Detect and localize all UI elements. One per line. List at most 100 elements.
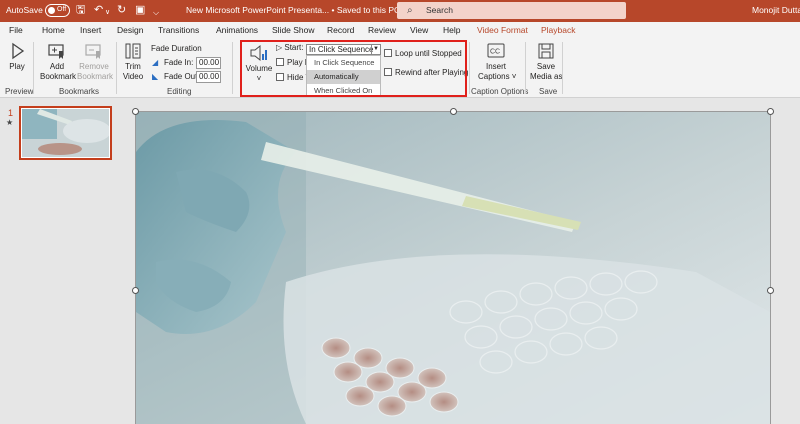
video-frame-image[interactable]: [136, 112, 770, 424]
undo-icon[interactable]: ↶: [94, 4, 103, 17]
slide-canvas[interactable]: [136, 112, 770, 424]
start-select[interactable]: In Click Sequence ▼: [306, 44, 381, 55]
loop-until-stopped-checkbox[interactable]: Loop until Stopped: [384, 49, 462, 58]
add-bookmark-label-2: Bookmark: [40, 72, 77, 81]
document-title[interactable]: New Microsoft PowerPoint Presenta... • S…: [186, 5, 409, 16]
animation-star-icon: ★: [6, 118, 14, 127]
ribbon-tabs: File Home Insert Design Transitions Anim…: [0, 22, 800, 40]
volume-label: Volume: [245, 64, 273, 73]
tab-home[interactable]: Home: [42, 25, 65, 35]
start-dropdown-list: In Click Sequence Automatically When Cli…: [306, 55, 381, 97]
tab-file[interactable]: File: [9, 25, 23, 35]
rewind-after-playing-checkbox[interactable]: Rewind after Playing: [384, 68, 468, 77]
trim-video-label-1: Trim: [125, 62, 141, 71]
fade-in-label: Fade In:: [164, 58, 194, 67]
group-separator: [525, 42, 526, 94]
insert-captions-label-1: Insert: [485, 62, 506, 71]
play-icon: [12, 42, 25, 60]
group-separator: [562, 42, 563, 94]
option-in-click-sequence[interactable]: In Click Sequence: [307, 56, 380, 70]
title-bar: AutoSave Off 🖫 ↶ ∨ ↻ ▣ ⌵ New Microsoft P…: [0, 0, 800, 22]
resize-handle-top-right[interactable]: [767, 108, 774, 115]
tab-playback[interactable]: Playback: [540, 25, 576, 40]
closed-captions-icon: CC: [487, 43, 505, 58]
save-media-label-2: Media as: [530, 72, 563, 81]
start-select-value: In Click Sequence: [309, 45, 374, 54]
tab-help[interactable]: Help: [443, 25, 460, 35]
resize-handle-top[interactable]: [450, 108, 457, 115]
search-icon: ⌕: [407, 5, 413, 16]
search-placeholder: Search: [426, 5, 453, 15]
customize-toolbar-icon[interactable]: ⌵: [153, 6, 159, 19]
checkbox-box: [276, 73, 284, 81]
loop-label: Loop until Stopped: [395, 49, 462, 58]
tab-review[interactable]: Review: [368, 25, 396, 35]
fade-out-input[interactable]: 00.00: [196, 71, 221, 83]
add-bookmark-button[interactable]: Add Bookmark: [40, 42, 77, 82]
autosave-state: Off: [57, 6, 67, 13]
start-label: ▷ Start:: [276, 43, 304, 52]
group-separator: [232, 42, 233, 94]
trim-video-label-2: Video: [122, 72, 144, 81]
play-button[interactable]: Play: [6, 42, 28, 72]
remove-bookmark-icon: [85, 44, 101, 59]
fade-in-input[interactable]: 00.00: [196, 57, 221, 69]
checkbox-box: [384, 49, 392, 57]
save-icon[interactable]: 🖫: [76, 4, 85, 17]
option-when-clicked-on[interactable]: When Clicked On: [307, 84, 380, 98]
fade-out-label: Fade Out:: [164, 72, 200, 81]
slide-number: 1: [8, 108, 14, 118]
user-name[interactable]: Monojit Dutta: [752, 5, 800, 15]
add-bookmark-icon: [48, 44, 64, 59]
play-label: Play: [9, 62, 25, 71]
group-caption-options: Caption Options: [471, 87, 529, 96]
insert-captions-label-2: Captions ˅: [478, 72, 517, 81]
group-separator: [116, 42, 117, 94]
group-save: Save: [539, 87, 558, 96]
trim-video-icon: [125, 43, 141, 59]
tab-insert[interactable]: Insert: [80, 25, 101, 35]
insert-captions-button[interactable]: CC Insert Captions ˅: [478, 42, 517, 82]
group-separator: [33, 42, 34, 94]
checkbox-box: [276, 58, 284, 66]
fade-in-icon: ◢: [152, 58, 159, 67]
tab-slide-show[interactable]: Slide Show: [272, 25, 315, 35]
checkbox-box: [384, 68, 392, 76]
group-separator: [469, 42, 470, 94]
resize-handle-right[interactable]: [767, 287, 774, 294]
tab-record[interactable]: Record: [327, 25, 354, 35]
start-from-beginning-icon[interactable]: ▣: [135, 4, 145, 17]
volume-button[interactable]: Volume ˅: [245, 44, 273, 84]
fade-duration-label: Fade Duration: [151, 44, 202, 53]
trim-video-button[interactable]: Trim Video: [121, 42, 145, 82]
slide-thumbnail-image: [22, 109, 109, 157]
save-media-as-button[interactable]: Save Media as: [530, 42, 562, 82]
chevron-down-icon[interactable]: ▼: [371, 45, 380, 54]
tab-video-format[interactable]: Video Format: [477, 25, 528, 35]
group-bookmarks: Bookmarks: [59, 87, 100, 96]
remove-bookmark-button[interactable]: Remove Bookmark: [77, 42, 113, 82]
tab-design[interactable]: Design: [117, 25, 143, 35]
ribbon: Play Preview Add Bookmark Remove Bookmar…: [0, 38, 800, 98]
rewind-label: Rewind after Playing: [395, 68, 469, 77]
resize-handle-top-left[interactable]: [132, 108, 139, 115]
slide-thumbnail[interactable]: [19, 106, 112, 160]
volume-icon: [250, 44, 267, 62]
tab-animations[interactable]: Animations: [216, 25, 258, 35]
tab-transitions[interactable]: Transitions: [158, 25, 199, 35]
tab-view[interactable]: View: [410, 25, 428, 35]
selection-border-right: [770, 111, 771, 424]
toggle-knob: [48, 7, 55, 14]
resize-handle-left[interactable]: [132, 287, 139, 294]
group-editing: Editing: [167, 87, 192, 96]
option-automatically[interactable]: Automatically: [307, 70, 380, 84]
svg-text:CC: CC: [490, 49, 500, 56]
fade-out-icon: ◣: [152, 72, 159, 81]
search-box[interactable]: ⌕ Search: [397, 2, 626, 19]
save-media-icon: [538, 43, 554, 59]
save-media-label-1: Save: [536, 62, 556, 71]
start-label-text: Start:: [284, 43, 304, 52]
redo-icon[interactable]: ↻: [117, 4, 126, 17]
autosave-toggle[interactable]: Off: [45, 4, 70, 17]
undo-dropdown-icon[interactable]: ∨: [105, 6, 110, 19]
